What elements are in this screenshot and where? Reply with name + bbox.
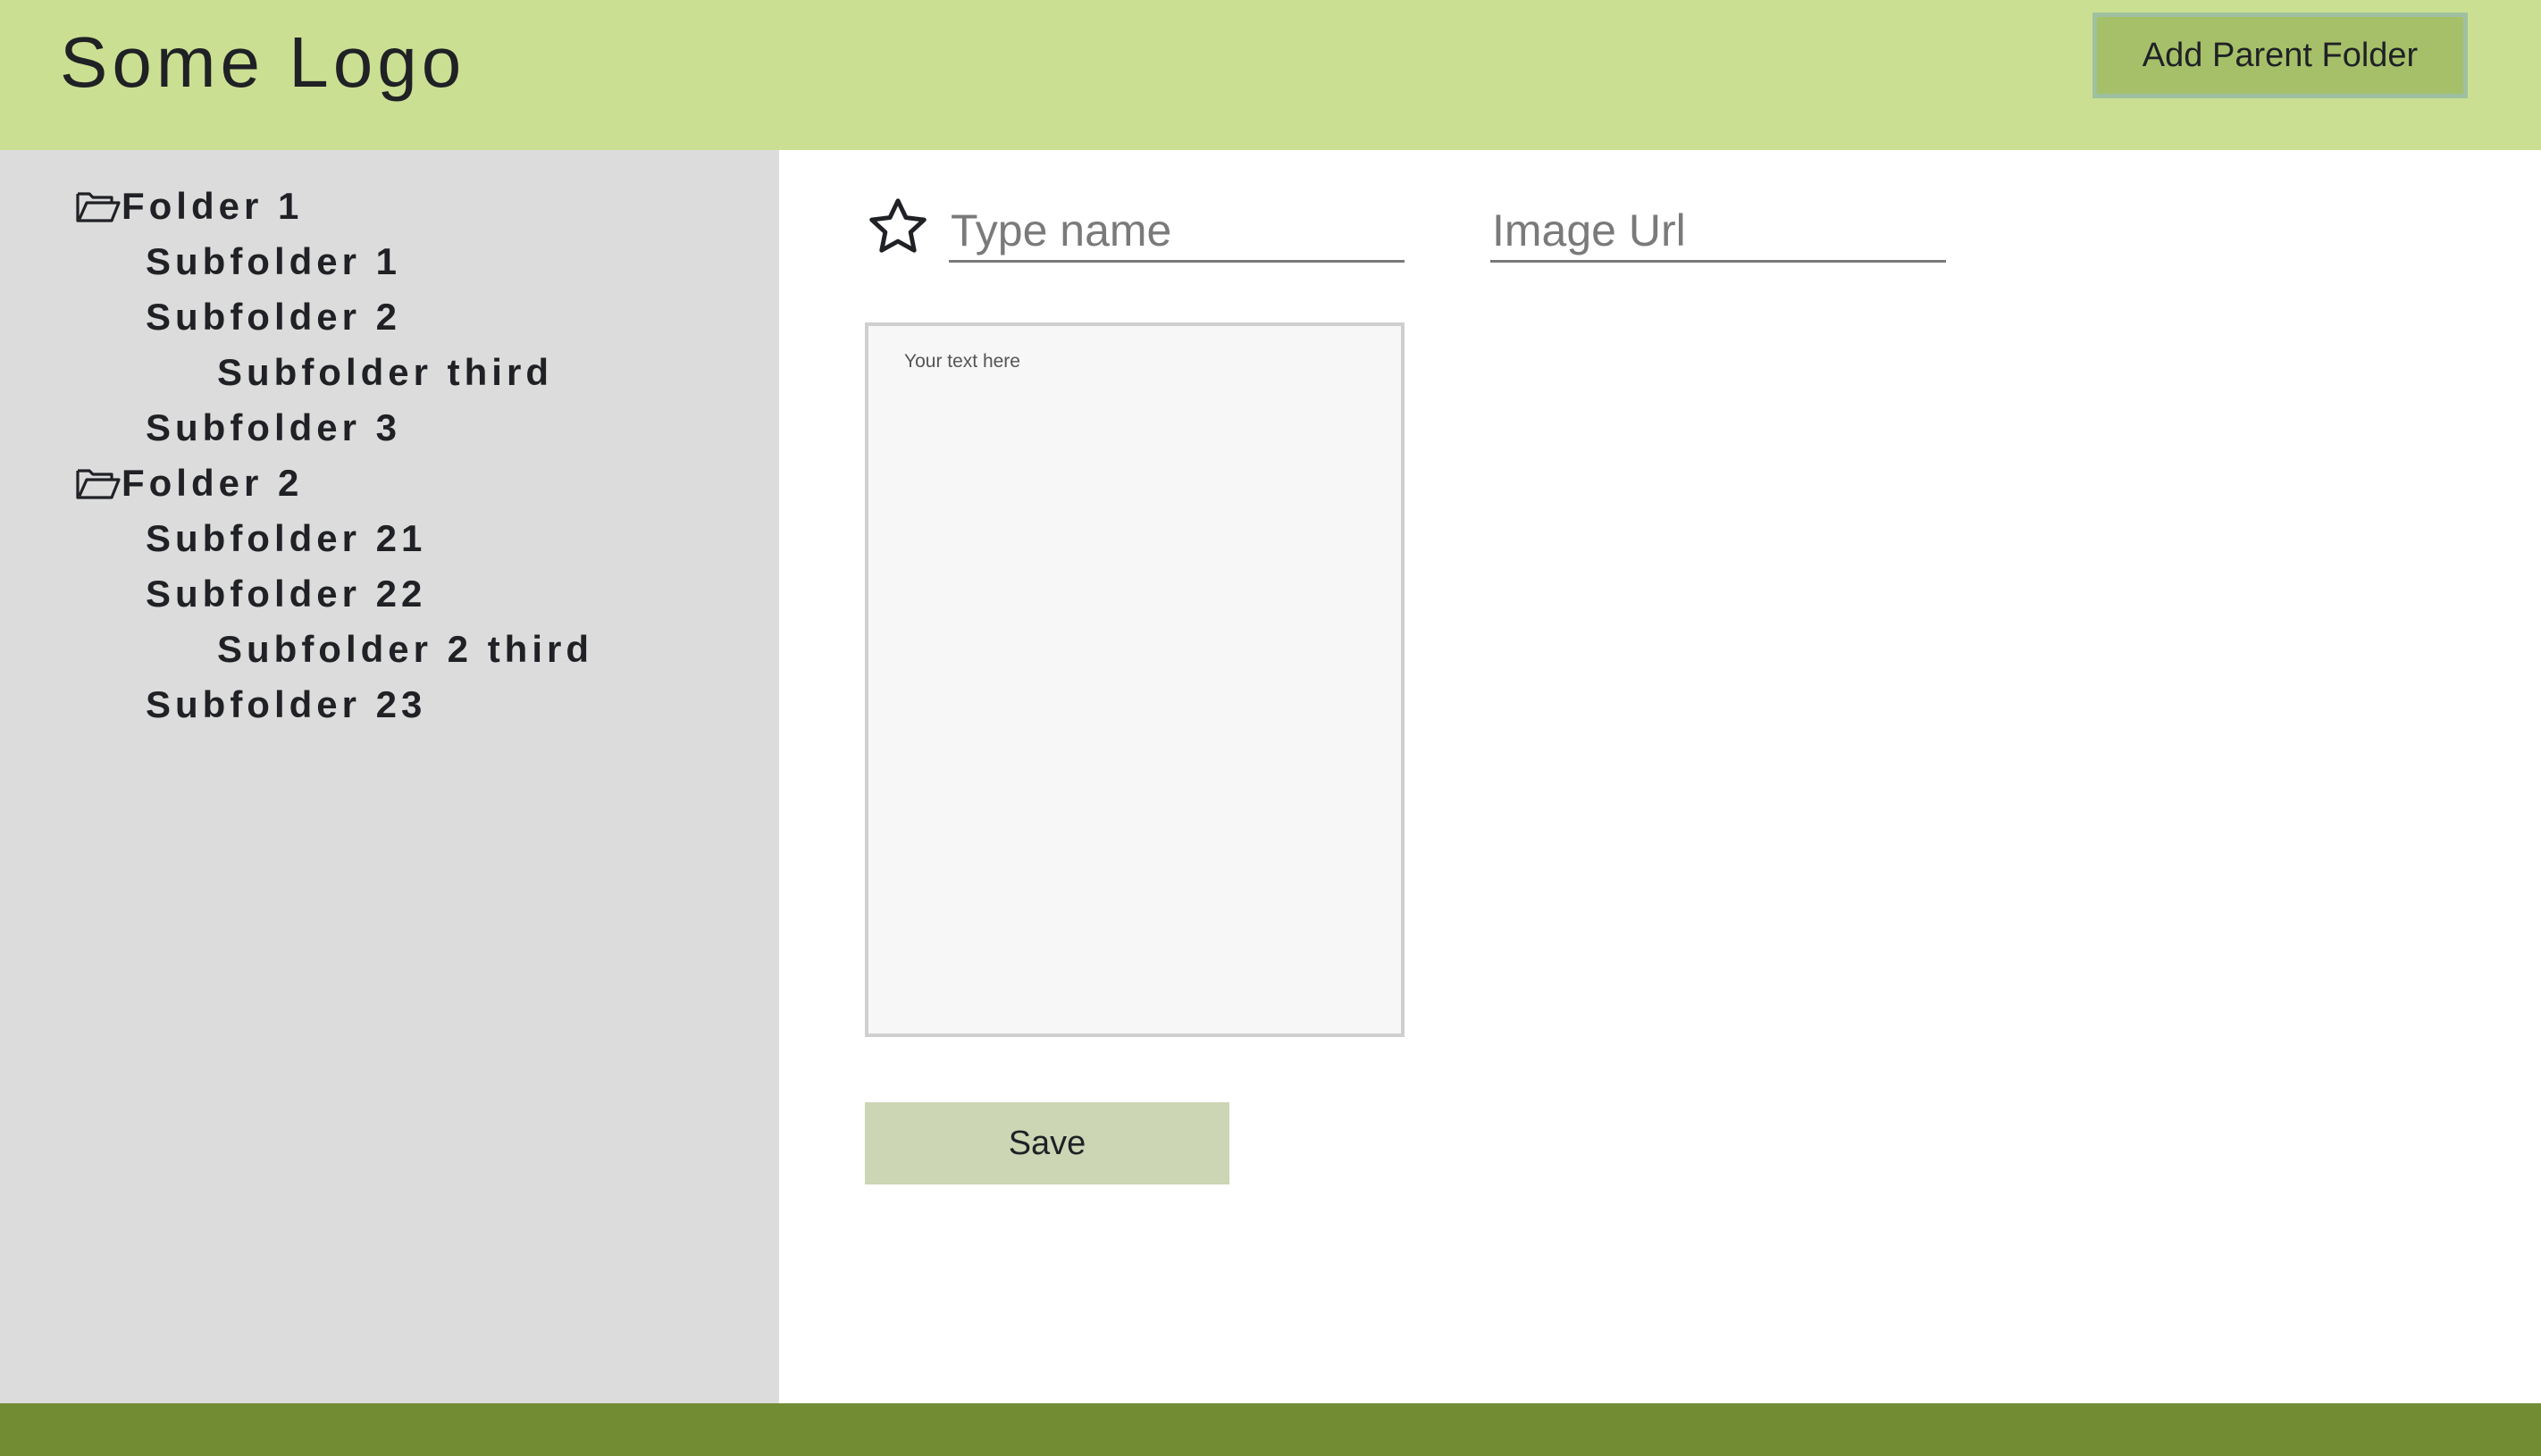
logo: Some Logo — [60, 22, 466, 102]
tree-subfolder-third[interactable]: Subfolder third — [217, 345, 553, 400]
tree-subfolder-23[interactable]: Subfolder 23 — [146, 677, 426, 732]
sidebar-folder-tree: Folder 1 Subfolder 1 Subfolder 2 Subfold… — [0, 150, 779, 1403]
tree-folder-1[interactable]: Folder 1 — [75, 179, 303, 234]
tree-subfolder-3[interactable]: Subfolder 3 — [146, 400, 401, 456]
tree-subfolder-2[interactable]: Subfolder 2 — [146, 289, 401, 345]
tree-folder-2[interactable]: Folder 2 — [75, 456, 303, 511]
content-textarea[interactable] — [865, 322, 1405, 1037]
tree-item-label: Subfolder 23 — [146, 683, 427, 725]
tree-subfolder-1[interactable]: Subfolder 1 — [146, 234, 401, 289]
save-button[interactable]: Save — [865, 1102, 1229, 1184]
name-input[interactable] — [949, 200, 1405, 263]
tree-item-label: Subfolder 22 — [146, 573, 427, 615]
header: Some Logo Add Parent Folder — [0, 0, 2541, 150]
tree-item-label: Folder 1 — [122, 185, 304, 227]
image-url-input[interactable] — [1490, 200, 1946, 263]
editor-panel: Save — [779, 150, 2541, 1403]
tree-subfolder-21[interactable]: Subfolder 21 — [146, 511, 426, 566]
tree-item-label: Folder 2 — [122, 462, 304, 504]
footer — [0, 1403, 2541, 1456]
tree-subfolder-22[interactable]: Subfolder 22 — [146, 566, 426, 622]
tree-item-label: Subfolder 1 — [146, 240, 402, 282]
tree-item-label: Subfolder 2 — [146, 296, 402, 338]
folder-open-icon — [76, 192, 121, 222]
tree-item-label: Subfolder 3 — [146, 406, 402, 448]
add-parent-folder-button[interactable]: Add Parent Folder — [2092, 13, 2468, 98]
star-outline-icon[interactable] — [865, 195, 931, 261]
folder-open-icon — [76, 469, 121, 499]
tree-item-label: Subfolder third — [217, 351, 553, 393]
tree-subfolder-2-third[interactable]: Subfolder 2 third — [217, 622, 593, 677]
tree-item-label: Subfolder 21 — [146, 517, 427, 559]
tree-item-label: Subfolder 2 third — [217, 628, 593, 670]
